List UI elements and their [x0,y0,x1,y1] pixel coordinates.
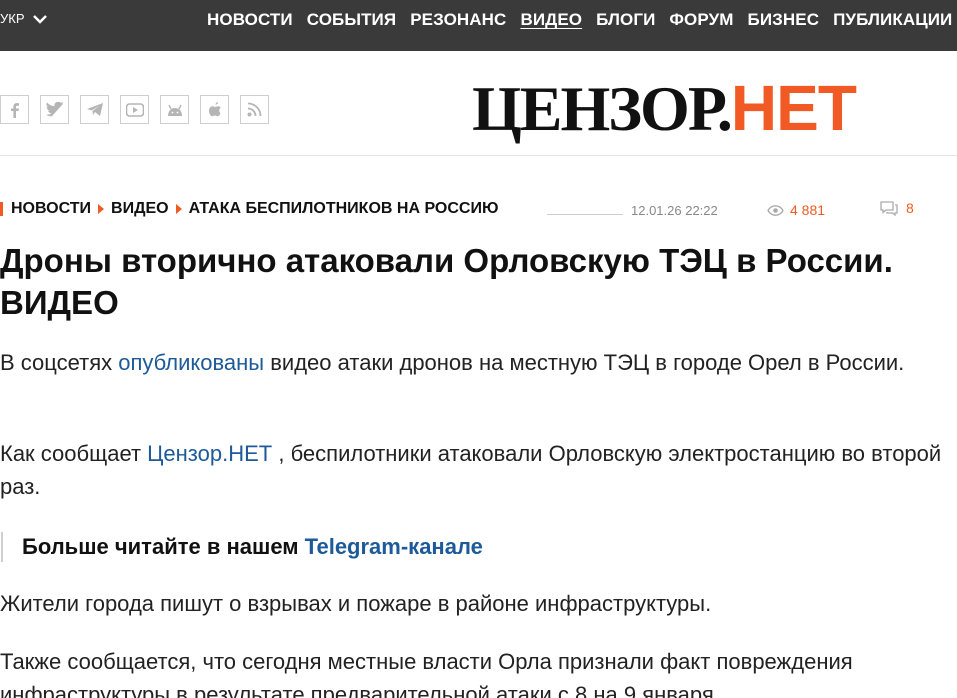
twitter-icon[interactable] [40,95,69,124]
nav-forum[interactable]: ФОРУМ [669,10,733,30]
breadcrumb-arrow-icon [98,204,105,214]
telegram-promo: Больше читайте в нашем Telegram-канале [0,530,483,563]
breadcrumb: НОВОСТИ ВИДЕО АТАКА БЕСПИЛОТНИКОВ НА РОС… [0,200,498,218]
nav-news[interactable]: НОВОСТИ [207,10,293,30]
main-nav: НОВОСТИ СОБЫТИЯ РЕЗОНАНС ВИДЕО БЛОГИ ФОР… [207,10,957,30]
view-count: 4 881 [767,202,825,218]
chevron-down-icon [32,14,47,24]
nav-video[interactable]: ВИДЕО [520,10,582,30]
android-icon[interactable] [160,95,189,124]
header-divider [0,155,957,156]
nav-blogs[interactable]: БЛОГИ [596,10,655,30]
paragraph-text: видео атаки дронов на местную ТЭЦ в горо… [264,350,905,375]
comments-count: 8 [906,200,914,216]
article-title: Дроны вторично атаковали Орловскую ТЭЦ в… [0,242,893,321]
language-label: УКР [0,11,25,26]
quote-bar [1,531,3,562]
social-links [0,95,269,124]
breadcrumb-arrow-icon [175,204,182,214]
breadcrumb-marker [0,202,3,216]
view-count-value: 4 881 [790,202,826,218]
breadcrumb-item-topic[interactable]: АТАКА БЕСПИЛОТНИКОВ НА РОССИЮ [189,200,499,218]
nav-business[interactable]: БИЗНЕС [748,10,820,30]
article-paragraph-2: Как сообщает Цензор.НЕТ , беспилотники а… [0,437,950,503]
facebook-icon[interactable] [0,95,29,124]
rss-icon[interactable] [240,95,269,124]
logo-accent-text: НЕТ [730,72,857,144]
logo-main-text: ЦЕНЗОР. [472,73,733,144]
article-paragraph-3: Жители города пишут о взрывах и пожаре в… [0,591,712,616]
nav-events[interactable]: СОБЫТИЯ [307,10,396,30]
telegram-promo-text: Больше читайте в нашем Telegram-канале [22,534,483,560]
telegram-channel-link[interactable]: Telegram-канале [305,534,483,559]
comments-icon [880,200,898,216]
language-switcher[interactable]: УКР [0,11,47,26]
censor-net-link[interactable]: Цензор.НЕТ [147,441,272,466]
eye-icon [767,204,784,216]
breadcrumb-divider [547,214,623,215]
nav-publications[interactable]: ПУБЛИКАЦИИ [833,10,952,30]
telegram-icon[interactable] [80,95,109,124]
publish-date: 12.01.26 22:22 [631,203,718,218]
apple-icon[interactable] [200,95,229,124]
paragraph-text: Как сообщает [0,441,148,466]
paragraph-text: В соцсетях [0,350,119,375]
youtube-icon[interactable] [120,95,149,124]
breadcrumb-item-video[interactable]: ВИДЕО [111,200,169,218]
top-navigation-bar: УКР НОВОСТИ СОБЫТИЯ РЕЗОНАНС ВИДЕО БЛОГИ… [0,0,957,51]
promo-text: Больше читайте в нашем [22,533,305,559]
site-logo[interactable]: ЦЕНЗОР.НЕТ [472,73,857,144]
breadcrumb-item-news[interactable]: НОВОСТИ [11,200,91,218]
comments-link[interactable]: 8 [880,200,914,216]
published-link[interactable]: опубликованы [118,350,264,375]
article-paragraph-1: В соцсетях опубликованы видео атаки дрон… [0,346,950,379]
nav-resonance[interactable]: РЕЗОНАНС [410,10,506,30]
article-paragraph-4: Также сообщается, что сегодня местные вл… [0,649,853,698]
